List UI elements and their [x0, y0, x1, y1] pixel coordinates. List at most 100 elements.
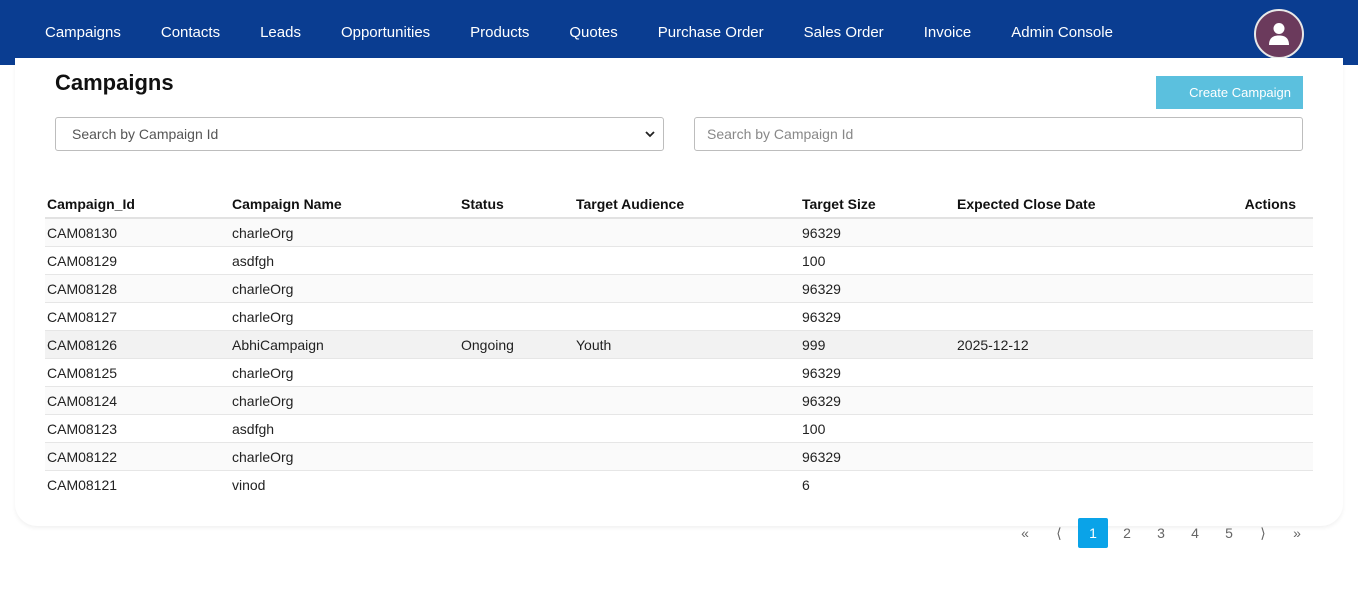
column-header-expected-close-date[interactable]: Expected Close Date [955, 191, 1175, 219]
cell-target-audience [574, 414, 800, 443]
cell-status [459, 358, 574, 387]
page-2-button[interactable]: 2 [1112, 518, 1142, 548]
nav-item-admin-console[interactable]: Admin Console [991, 24, 1133, 41]
cell-target-audience [574, 471, 800, 499]
pagination: « ⟨ 1 2 3 4 5 ⟩ » [1010, 518, 1316, 548]
previous-page-button[interactable]: ⟨ [1044, 518, 1074, 548]
column-header-target-size[interactable]: Target Size [800, 191, 955, 219]
cell-actions [1175, 246, 1313, 275]
first-page-button[interactable]: « [1010, 518, 1040, 548]
table-row[interactable]: CAM08126 AbhiCampaign Ongoing Youth 999 … [45, 330, 1313, 359]
cell-actions [1175, 302, 1313, 331]
table-row[interactable]: CAM08122 charleOrg 96329 [45, 442, 1313, 471]
create-campaign-button[interactable]: Create Campaign [1156, 76, 1303, 109]
column-header-campaign-name[interactable]: Campaign Name [230, 191, 459, 219]
cell-campaign-id: CAM08127 [45, 302, 230, 331]
cell-actions [1175, 274, 1313, 303]
nav-item-sales-order[interactable]: Sales Order [784, 24, 904, 41]
cell-target-audience [574, 218, 800, 247]
cell-status [459, 274, 574, 303]
cell-target-size: 96329 [800, 218, 955, 247]
cell-campaign-id: CAM08129 [45, 246, 230, 275]
cell-target-size: 96329 [800, 442, 955, 471]
cell-status [459, 246, 574, 275]
cell-campaign-id: CAM08122 [45, 442, 230, 471]
nav-item-contacts[interactable]: Contacts [141, 24, 240, 41]
cell-actions [1175, 471, 1313, 499]
column-header-campaign-id[interactable]: Campaign_Id [45, 191, 230, 219]
column-header-actions: Actions [1175, 191, 1313, 219]
next-page-button[interactable]: ⟩ [1248, 518, 1278, 548]
cell-campaign-name: charleOrg [230, 302, 459, 331]
column-header-target-audience[interactable]: Target Audience [574, 191, 800, 219]
cell-actions [1175, 330, 1313, 359]
table-row[interactable]: CAM08123 asdfgh 100 [45, 414, 1313, 443]
top-navbar: Campaigns Contacts Leads Opportunities P… [0, 0, 1358, 65]
cell-campaign-name: AbhiCampaign [230, 330, 459, 359]
nav-item-purchase-order[interactable]: Purchase Order [638, 24, 784, 41]
page-1-button[interactable]: 1 [1078, 518, 1108, 548]
cell-campaign-name: charleOrg [230, 358, 459, 387]
cell-actions [1175, 414, 1313, 443]
cell-campaign-name: charleOrg [230, 386, 459, 415]
cell-status [459, 471, 574, 499]
cell-target-size: 96329 [800, 302, 955, 331]
cell-target-audience [574, 274, 800, 303]
cell-target-audience [574, 246, 800, 275]
search-type-selected-value: Search by Campaign Id [72, 126, 219, 142]
cell-campaign-id: CAM08128 [45, 274, 230, 303]
nav-menu: Campaigns Contacts Leads Opportunities P… [25, 24, 1133, 41]
cell-campaign-name: charleOrg [230, 218, 459, 247]
cell-campaign-id: CAM08124 [45, 386, 230, 415]
last-page-button[interactable]: » [1282, 518, 1312, 548]
cell-status [459, 218, 574, 247]
chevron-down-icon [645, 131, 655, 138]
page-5-button[interactable]: 5 [1214, 518, 1244, 548]
cell-target-size: 100 [800, 246, 955, 275]
cell-target-audience [574, 358, 800, 387]
cell-expected-close-date [955, 274, 1175, 303]
page-title: Campaigns [55, 70, 174, 95]
cell-expected-close-date [955, 218, 1175, 247]
table-row[interactable]: CAM08121 vinod 6 [45, 471, 1313, 499]
cell-target-size: 100 [800, 414, 955, 443]
cell-target-size: 999 [800, 330, 955, 359]
nav-item-quotes[interactable]: Quotes [549, 24, 637, 41]
table-row[interactable]: CAM08129 asdfgh 100 [45, 246, 1313, 275]
campaigns-table: Campaign_Id Campaign Name Status Target … [45, 191, 1313, 498]
cell-expected-close-date [955, 358, 1175, 387]
cell-status [459, 414, 574, 443]
table-row[interactable]: CAM08127 charleOrg 96329 [45, 302, 1313, 331]
cell-campaign-name: asdfgh [230, 414, 459, 443]
cell-target-audience: Youth [574, 330, 800, 359]
cell-campaign-id: CAM08121 [47, 476, 118, 493]
nav-item-products[interactable]: Products [450, 24, 549, 41]
cell-status [459, 386, 574, 415]
search-type-select[interactable]: Search by Campaign Id [55, 117, 664, 151]
cell-expected-close-date [955, 471, 1175, 499]
page-3-button[interactable]: 3 [1146, 518, 1176, 548]
nav-item-opportunities[interactable]: Opportunities [321, 24, 450, 41]
table-row[interactable]: CAM08130 charleOrg 96329 [45, 218, 1313, 247]
cell-actions [1175, 358, 1313, 387]
nav-item-invoice[interactable]: Invoice [904, 24, 992, 41]
cell-status [459, 302, 574, 331]
column-header-status[interactable]: Status [459, 191, 574, 219]
table-header-row: Campaign_Id Campaign Name Status Target … [45, 191, 1313, 219]
nav-item-campaigns[interactable]: Campaigns [25, 24, 141, 41]
table-row[interactable]: CAM08125 charleOrg 96329 [45, 358, 1313, 387]
table-row[interactable]: CAM08124 charleOrg 96329 [45, 386, 1313, 415]
nav-item-leads[interactable]: Leads [240, 24, 321, 41]
cell-target-size: 96329 [800, 386, 955, 415]
user-avatar[interactable] [1254, 9, 1304, 59]
cell-actions [1175, 386, 1313, 415]
table-row[interactable]: CAM08128 charleOrg 96329 [45, 274, 1313, 303]
cell-expected-close-date: 2025-12-12 [955, 330, 1175, 359]
page-4-button[interactable]: 4 [1180, 518, 1210, 548]
cell-campaign-name: charleOrg [230, 442, 459, 471]
cell-target-size: 96329 [800, 358, 955, 387]
cell-status [459, 442, 574, 471]
search-input[interactable] [694, 117, 1303, 151]
cell-target-size: 96329 [800, 274, 955, 303]
cell-actions [1175, 442, 1313, 471]
